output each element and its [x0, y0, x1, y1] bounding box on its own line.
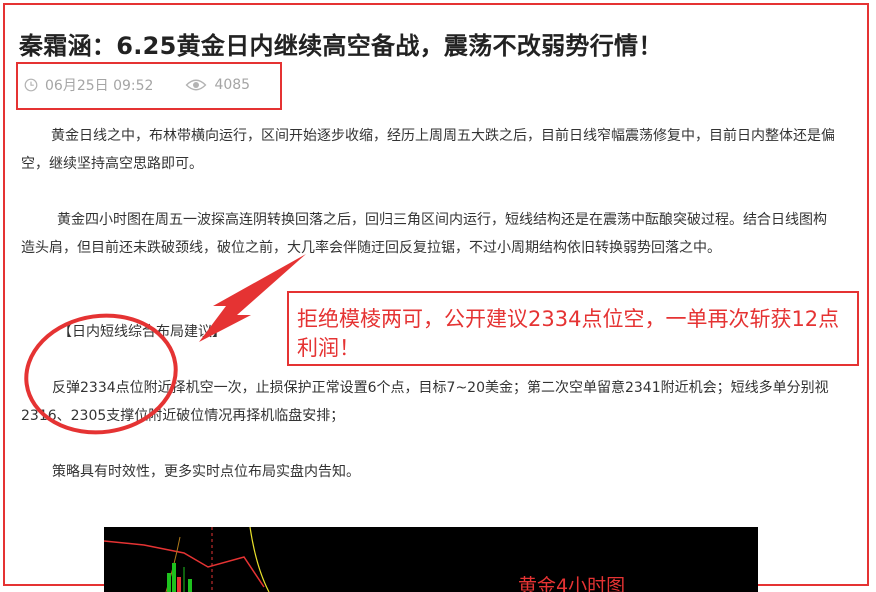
- chart-label: 黄金4小时图: [518, 575, 626, 592]
- article-paragraph-2: 黄金四小时图在周五一波探高连阴转换回落之后，回归三角区间内运行，短线结构还是在震…: [21, 212, 827, 256]
- disclaimer-paragraph: 策略具有时效性，更多实时点位布局实盘内告知。: [52, 464, 360, 480]
- article-paragraph-1: 黄金日线之中，布林带横向运行，区间开始逐步收缩，经历上周周五大跌之后，目前日线窄…: [21, 128, 835, 172]
- yellow-curve: [249, 527, 270, 592]
- gold-4h-chart-image: 黄金4小时图: [104, 527, 758, 592]
- publish-date: 06月25日 09:52: [45, 78, 154, 94]
- strategy-paragraph: 反弹2334点位附近择机空一次，止损保护正常设置6个点，目标7~20美金；第二次…: [21, 380, 829, 424]
- view-count-value: 4085: [214, 77, 251, 93]
- callout-text: 拒绝模棱两可，公开建议2334点位空，一单再次斩获12点利润！: [297, 307, 840, 360]
- clock-icon: [24, 78, 38, 92]
- publish-time: 06月25日 09:52: [24, 75, 153, 95]
- candles: [167, 563, 192, 592]
- view-count: 4085: [185, 77, 250, 93]
- eye-icon: [186, 79, 207, 91]
- article-title: 秦霜涵：6.25黄金日内继续高空备战，震荡不改弱势行情！: [19, 32, 663, 60]
- article-meta: 06月25日 09:52 4085: [24, 74, 250, 96]
